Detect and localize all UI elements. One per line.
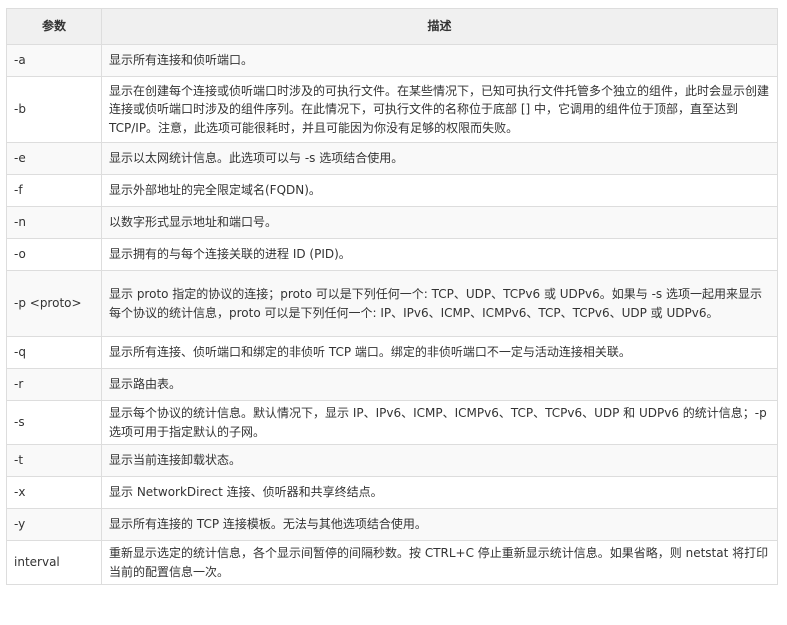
table-row: interval 重新显示选定的统计信息，各个显示间暂停的间隔秒数。按 CTRL+… xyxy=(6,540,778,585)
table-header-row: 参数 描述 xyxy=(6,8,778,45)
description-cell: 显示在创建每个连接或侦听端口时涉及的可执行文件。在某些情况下，已知可执行文件托管… xyxy=(101,76,778,143)
table-row: -b 显示在创建每个连接或侦听端口时涉及的可执行文件。在某些情况下，已知可执行文件… xyxy=(6,76,778,143)
description-cell: 显示拥有的与每个连接关联的进程 ID (PID)。 xyxy=(101,238,778,271)
option-cell: -r xyxy=(6,368,102,401)
option-cell: interval xyxy=(6,540,102,585)
table-row: -x 显示 NetworkDirect 连接、侦听器和共享终结点。 xyxy=(6,476,778,509)
option-cell: -q xyxy=(6,336,102,369)
description-cell: 以数字形式显示地址和端口号。 xyxy=(101,206,778,239)
option-cell: -a xyxy=(6,44,102,77)
option-cell: -n xyxy=(6,206,102,239)
option-cell: -x xyxy=(6,476,102,509)
description-cell: 显示 NetworkDirect 连接、侦听器和共享终结点。 xyxy=(101,476,778,509)
table-row: -e 显示以太网统计信息。此选项可以与 -s 选项结合使用。 xyxy=(6,142,778,175)
description-cell: 显示 proto 指定的协议的连接；proto 可以是下列任何一个: TCP、U… xyxy=(101,270,778,337)
option-cell: -o xyxy=(6,238,102,271)
description-cell: 显示路由表。 xyxy=(101,368,778,401)
table-row: -a 显示所有连接和侦听端口。 xyxy=(6,44,778,77)
description-cell: 显示所有连接和侦听端口。 xyxy=(101,44,778,77)
description-cell: 显示当前连接卸载状态。 xyxy=(101,444,778,477)
table-row: -f 显示外部地址的完全限定域名(FQDN)。 xyxy=(6,174,778,207)
description-cell: 显示所有连接、侦听端口和绑定的非侦听 TCP 端口。绑定的非侦听端口不一定与活动… xyxy=(101,336,778,369)
description-cell: 重新显示选定的统计信息，各个显示间暂停的间隔秒数。按 CTRL+C 停止重新显示… xyxy=(101,540,778,585)
table-row: -y 显示所有连接的 TCP 连接模板。无法与其他选项结合使用。 xyxy=(6,508,778,541)
description-cell: 显示以太网统计信息。此选项可以与 -s 选项结合使用。 xyxy=(101,142,778,175)
description-cell: 显示外部地址的完全限定域名(FQDN)。 xyxy=(101,174,778,207)
table-row: -s 显示每个协议的统计信息。默认情况下，显示 IP、IPv6、ICMP、ICMP… xyxy=(6,400,778,445)
description-cell: 显示每个协议的统计信息。默认情况下，显示 IP、IPv6、ICMP、ICMPv6… xyxy=(101,400,778,445)
description-cell: 显示所有连接的 TCP 连接模板。无法与其他选项结合使用。 xyxy=(101,508,778,541)
header-desc: 描述 xyxy=(101,8,778,45)
table-row: -t 显示当前连接卸载状态。 xyxy=(6,444,778,477)
option-cell: -s xyxy=(6,400,102,445)
table-row: -q 显示所有连接、侦听端口和绑定的非侦听 TCP 端口。绑定的非侦听端口不一定与… xyxy=(6,336,778,369)
options-table: 参数 描述 -a 显示所有连接和侦听端口。 -b 显示在创建每个连接或侦听端口时涉及的… xyxy=(6,8,778,585)
option-cell: -t xyxy=(6,444,102,477)
header-param: 参数 xyxy=(6,8,102,45)
option-cell: -p <proto> xyxy=(6,270,102,337)
option-cell: -b xyxy=(6,76,102,143)
table-row: -o 显示拥有的与每个连接关联的进程 ID (PID)。 xyxy=(6,238,778,271)
option-cell: -f xyxy=(6,174,102,207)
table-row: -n 以数字形式显示地址和端口号。 xyxy=(6,206,778,239)
table-body: -a 显示所有连接和侦听端口。 -b 显示在创建每个连接或侦听端口时涉及的可执行文件。… xyxy=(6,44,778,585)
option-cell: -y xyxy=(6,508,102,541)
table-row: -p <proto> 显示 proto 指定的协议的连接；proto 可以是下列任… xyxy=(6,270,778,337)
table-row: -r 显示路由表。 xyxy=(6,368,778,401)
option-cell: -e xyxy=(6,142,102,175)
